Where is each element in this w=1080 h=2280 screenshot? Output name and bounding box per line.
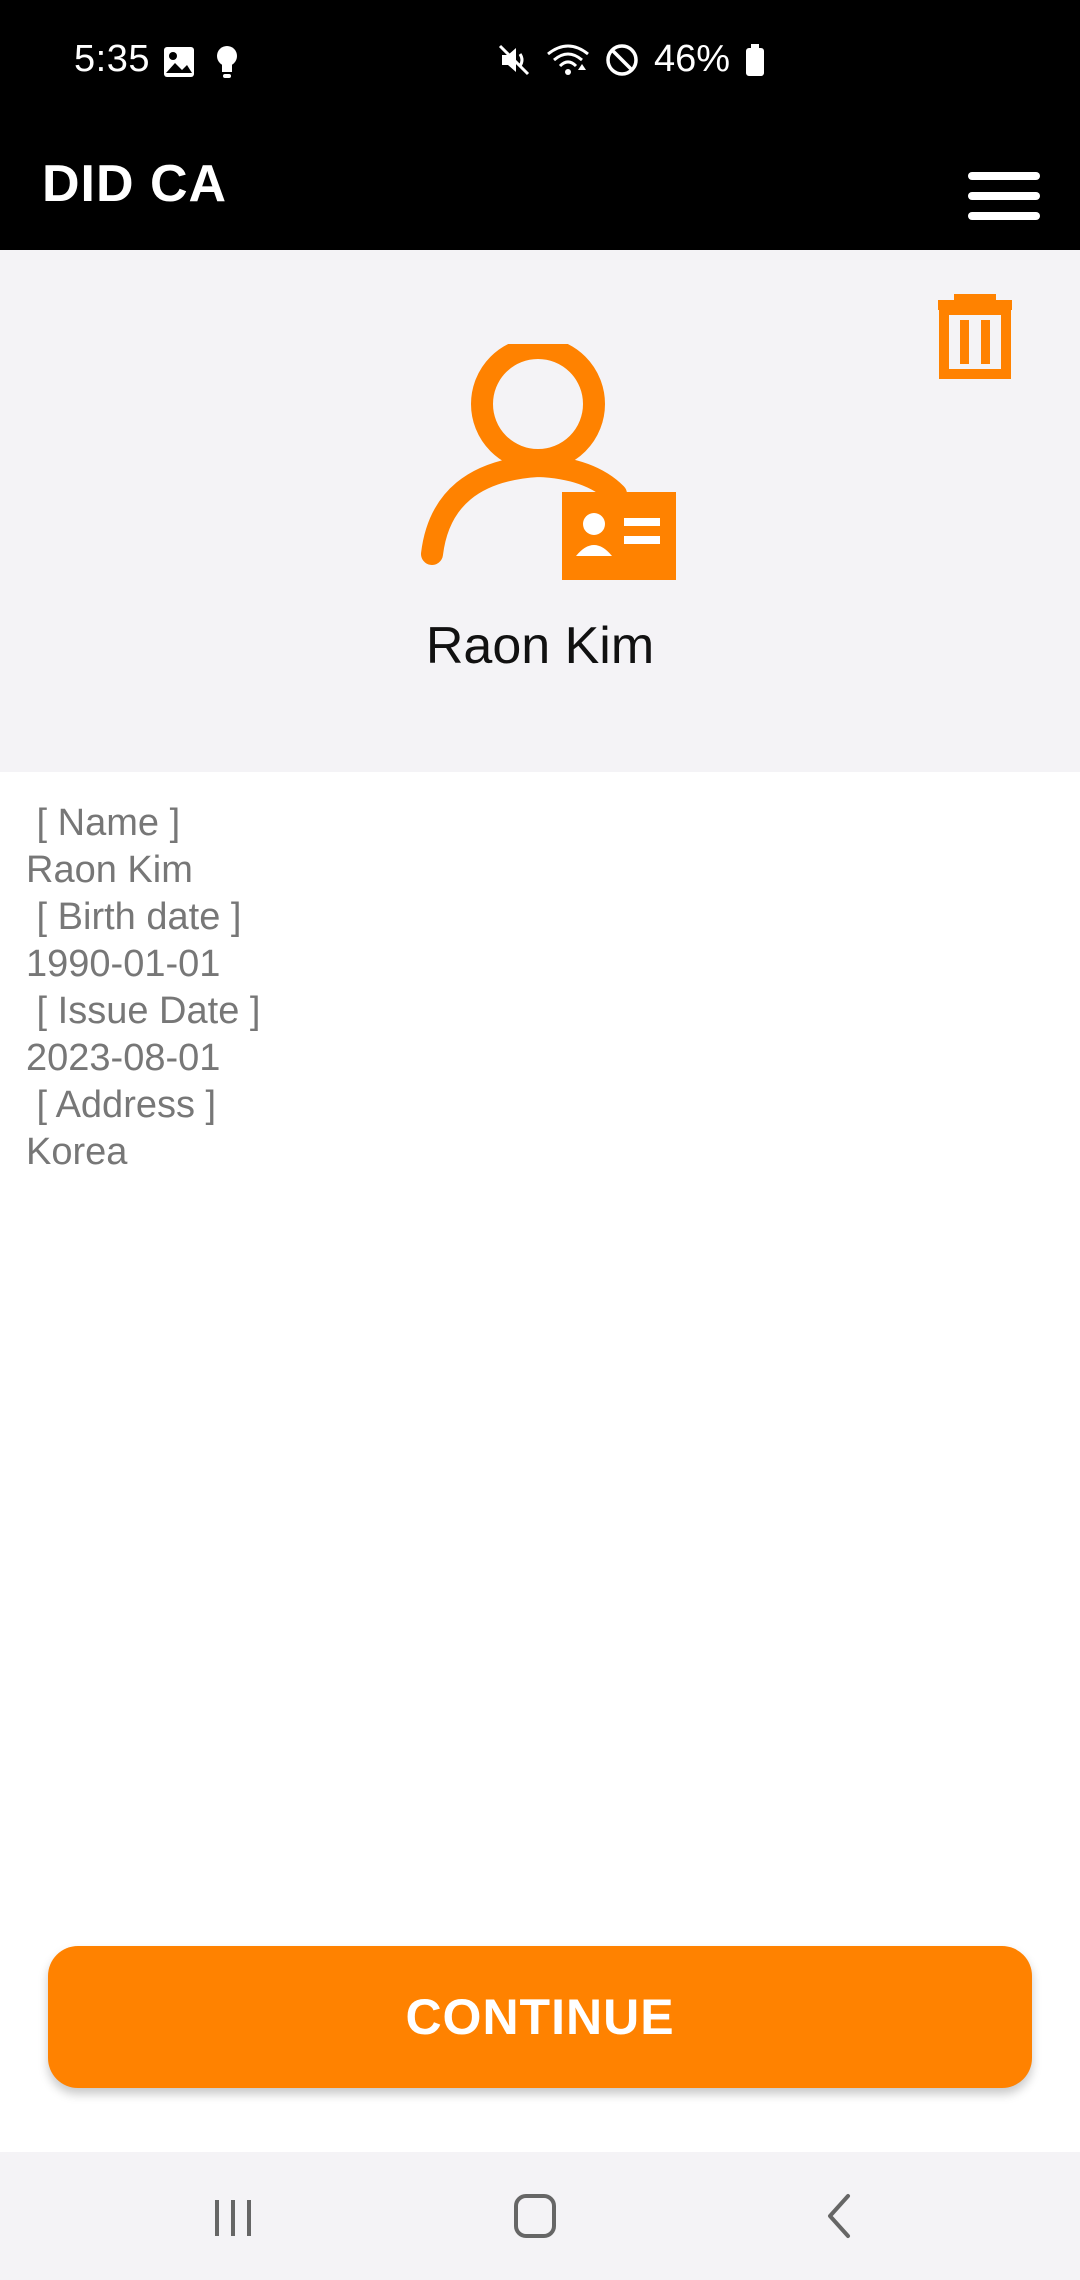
status-right-icons: 46% (496, 38, 766, 81)
app-title: DID CA (42, 155, 228, 213)
credential-details: [ Name ] Raon Kim [ Birth date ] 1990-01… (26, 800, 260, 1176)
name-value: Raon Kim (26, 849, 193, 891)
image-icon (164, 47, 194, 77)
name-label: [ Name ] (26, 802, 181, 844)
home-icon[interactable] (495, 2184, 575, 2248)
status-bar: 5:35 46% (0, 0, 1080, 126)
profile-header: Raon Kim (0, 250, 1080, 772)
status-left-icons (162, 44, 240, 80)
app-bar: DID CA (0, 126, 1080, 250)
address-label: [ Address ] (26, 1084, 217, 1126)
recents-button[interactable] (193, 2184, 273, 2248)
birth-date-label: [ Birth date ] (26, 896, 242, 938)
battery-icon (746, 43, 765, 76)
trash-icon[interactable] (932, 288, 1018, 384)
user-id-card-icon (421, 344, 676, 580)
address-value: Korea (26, 1131, 128, 1173)
back-button[interactable] (798, 2184, 878, 2248)
mute-icon (498, 44, 530, 75)
issue-date-value: 2023-08-01 (26, 1037, 221, 1079)
battery-percent: 46% (654, 38, 731, 80)
delete-button[interactable] (932, 288, 1018, 384)
back-icon[interactable] (798, 2184, 878, 2248)
issue-date-label: [ Issue Date ] (26, 990, 261, 1032)
menu-button[interactable] (960, 148, 1046, 228)
status-time: 5:35 (74, 38, 150, 80)
hamburger-menu-icon[interactable] (960, 148, 1046, 228)
home-button[interactable] (495, 2184, 575, 2248)
recents-icon[interactable] (193, 2184, 273, 2248)
bulb-icon (217, 46, 237, 78)
profile-name: Raon Kim (425, 617, 655, 675)
dnd-icon (606, 43, 638, 76)
continue-button[interactable]: CONTINUE (48, 1946, 1032, 2088)
wifi-icon (547, 44, 589, 75)
birth-date-value: 1990-01-01 (26, 943, 221, 985)
navigation-bar (0, 2152, 1080, 2280)
